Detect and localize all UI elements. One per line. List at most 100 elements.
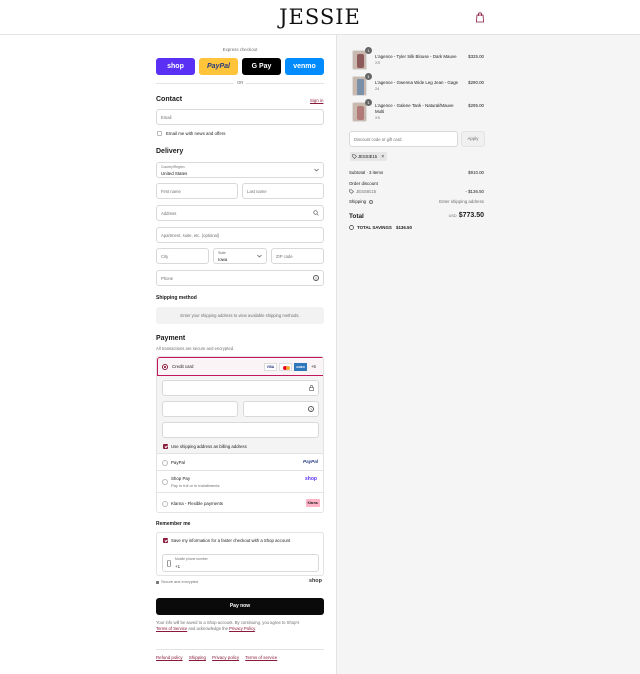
chevron-down-icon xyxy=(314,168,319,174)
sign-in-link[interactable]: Sign in xyxy=(310,98,323,103)
terms-of-service-footer-link[interactable]: Terms of service xyxy=(245,655,277,660)
shop-pay-sublabel: Pay in full or in installments xyxy=(171,483,220,488)
newsletter-label: Email me with news and offers xyxy=(166,131,226,136)
city-input[interactable]: City xyxy=(156,248,209,264)
klarna-logo: Klarna. xyxy=(306,499,320,507)
klarna-option[interactable]: Klarna - Flexible payments Klarna. xyxy=(157,492,323,512)
contact-title: Contact xyxy=(156,96,183,103)
credit-card-radio[interactable] xyxy=(162,364,168,370)
lock-icon xyxy=(309,385,314,393)
help-icon[interactable]: ? xyxy=(308,406,314,412)
footer-links: Refund policy Shipping Privacy policy Te… xyxy=(156,655,277,660)
quantity-badge: 1 xyxy=(365,47,372,54)
quantity-badge: 1 xyxy=(365,73,372,80)
refund-policy-link[interactable]: Refund policy xyxy=(156,655,183,660)
paypal-label: PayPal xyxy=(171,460,185,465)
shipping-policy-link[interactable]: Shipping xyxy=(189,655,206,660)
credit-card-option[interactable]: Credit card VISA MC AMEX +5 xyxy=(157,357,323,376)
subtotal-row: Subtotal · 3 items $910.00 xyxy=(349,170,484,175)
shop-pay-button[interactable]: shop xyxy=(156,58,195,75)
remember-me-box: Save my information for a faster checkou… xyxy=(156,532,324,576)
product-image xyxy=(352,50,367,70)
phone-input[interactable]: Phone ? xyxy=(156,270,324,286)
venmo-button[interactable]: venmo xyxy=(285,58,324,75)
shipping-method-notice: Enter your shipping address to view avai… xyxy=(156,307,324,324)
more-brands: +5 xyxy=(311,364,316,369)
apartment-input[interactable]: Apartment, suite, etc. (optional) xyxy=(156,227,324,243)
tag-icon xyxy=(349,225,354,231)
state-select[interactable]: State Iowa xyxy=(213,248,267,264)
secure-encrypted-label: Secure and encrypted xyxy=(156,580,198,584)
mobile-phone-input[interactable]: Mobile phone number +1 xyxy=(162,554,319,572)
applied-discount-tag: JESSIE15 × xyxy=(350,152,388,161)
privacy-policy-link[interactable]: Privacy Policy xyxy=(229,626,255,631)
newsletter-checkbox[interactable] xyxy=(157,131,162,136)
header: JESSIE xyxy=(0,0,640,35)
remember-me-title: Remember me xyxy=(156,521,191,527)
shop-pay-radio[interactable] xyxy=(162,479,168,485)
visa-icon: VISA xyxy=(264,363,277,371)
or-divider-label: OR xyxy=(234,80,247,85)
product-variant: XS xyxy=(375,61,381,65)
shop-pay-option[interactable]: Shop Pay Pay in full or in installments … xyxy=(157,470,323,492)
card-fields-area: ? xyxy=(157,376,323,440)
terms-of-service-link[interactable]: Terms of Service xyxy=(156,626,187,631)
tag-icon xyxy=(349,189,354,195)
product-name: L'agence - Gwenna Wide Leg Jean - Gage xyxy=(375,80,459,85)
legal-text: Your info will be saved to a Shop accoun… xyxy=(156,620,300,631)
quantity-badge: 1 xyxy=(365,99,372,106)
country-select[interactable]: Country/Region United States xyxy=(156,162,324,178)
store-logo[interactable]: JESSIE xyxy=(0,5,640,29)
remove-discount-icon[interactable]: × xyxy=(381,154,384,160)
card-number-input[interactable] xyxy=(162,380,319,396)
paypal-option[interactable]: PayPal PayPal xyxy=(157,453,323,470)
phone-icon xyxy=(167,560,171,569)
address-input[interactable]: Address xyxy=(156,205,324,221)
zip-code-input[interactable]: ZIP code xyxy=(271,248,324,264)
security-code-input[interactable]: ? xyxy=(243,401,319,417)
payment-subtitle: All transactions are secure and encrypte… xyxy=(156,346,235,351)
save-info-checkbox[interactable] xyxy=(163,538,168,543)
google-pay-button[interactable]: G Pay xyxy=(242,58,281,75)
info-icon[interactable] xyxy=(369,199,374,204)
express-checkout-label: Express checkout xyxy=(222,47,258,52)
product-variant: 24 xyxy=(375,87,380,91)
bag-icon[interactable] xyxy=(475,12,485,23)
last-name-input[interactable]: Last name xyxy=(242,183,324,199)
help-icon[interactable]: ? xyxy=(313,275,319,281)
first-name-input[interactable]: First name xyxy=(156,183,238,199)
product-image xyxy=(352,102,367,122)
billing-same-label: Use shipping address as billing address xyxy=(171,444,247,449)
billing-address-row: Use shipping address as billing address xyxy=(157,440,323,453)
privacy-policy-footer-link[interactable]: Privacy policy xyxy=(212,655,239,660)
product-name: L'agence - Galene Tank - Natural/Mauve M… xyxy=(375,103,454,114)
paypal-radio[interactable] xyxy=(162,460,168,466)
product-name: L'agence - Tyler Silk Blouse - Dark Mauv… xyxy=(375,54,457,59)
product-price: $325.00 xyxy=(468,54,484,59)
product-price: $295.00 xyxy=(468,103,484,108)
apply-discount-button[interactable]: Apply xyxy=(461,131,485,147)
name-on-card-input[interactable] xyxy=(162,422,319,438)
total-savings-row: TOTAL SAVINGS $136.50 xyxy=(349,225,484,230)
save-info-label: Save my information for a faster checkou… xyxy=(171,538,291,543)
discount-code-row: JESSIE15 - $136.50 xyxy=(349,189,484,194)
total-row: Total USD $773.50 xyxy=(349,212,484,220)
product-price: $290.00 xyxy=(468,80,484,85)
billing-same-checkbox[interactable] xyxy=(163,444,168,449)
shipping-row: Shipping Enter shipping address xyxy=(349,199,484,204)
credit-card-label: Credit card xyxy=(172,364,194,369)
shipping-method-title: Shipping method xyxy=(156,295,197,301)
payment-methods: Credit card VISA MC AMEX +5 ? Use shippi… xyxy=(156,356,324,513)
search-icon[interactable] xyxy=(313,210,319,218)
expiration-date-input[interactable] xyxy=(162,401,238,417)
klarna-radio[interactable] xyxy=(162,501,168,507)
order-discount-row: Order discount xyxy=(349,181,378,186)
pay-now-button[interactable]: Pay now xyxy=(156,598,324,615)
shop-pay-label: Shop Pay xyxy=(171,476,191,481)
discount-code-input[interactable]: Discount code or gift card xyxy=(349,131,458,147)
paypal-button[interactable]: PayPal xyxy=(199,58,238,75)
paypal-logo: PayPal xyxy=(303,459,319,464)
lock-icon xyxy=(156,580,159,584)
email-input[interactable]: Email xyxy=(156,109,324,125)
product-image xyxy=(352,76,367,96)
